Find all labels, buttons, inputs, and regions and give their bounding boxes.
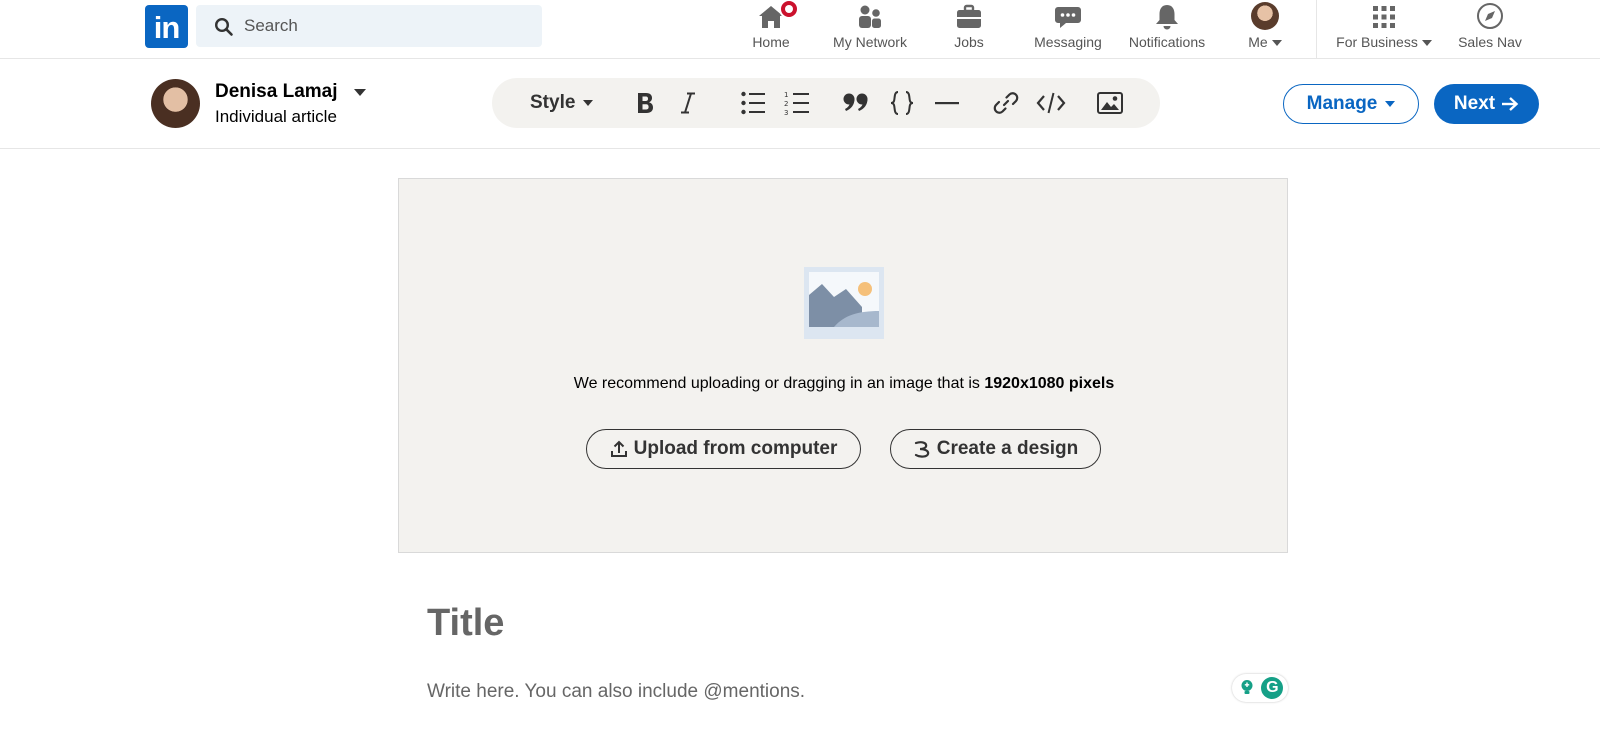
chevron-down-icon [583,100,594,106]
italic-icon [681,92,695,114]
global-nav: in Home My Network [0,0,1600,59]
svg-text:2: 2 [784,100,788,108]
quote-icon [843,93,868,111]
author-avatar [151,79,200,128]
numbered-list-button[interactable]: 1 2 3 [784,88,810,118]
upload-from-computer-button[interactable]: Upload from computer [586,429,861,469]
quote-button[interactable] [842,88,870,118]
upload-icon [610,440,627,457]
nav-my-network[interactable]: My Network [826,2,914,54]
link-button[interactable] [992,88,1020,118]
italic-button[interactable] [676,88,700,118]
divider-icon [935,102,959,105]
image-icon [1097,92,1123,114]
embed-button[interactable] [1036,88,1066,118]
bell-icon [1156,5,1178,30]
numbered-list-icon: 1 2 3 [784,91,809,116]
nav-home[interactable]: Home [750,0,799,54]
chevron-down-icon [1271,40,1282,47]
arrow-right-icon [1502,97,1519,111]
bold-icon [638,93,653,113]
article-type: Individual article [215,107,337,126]
style-label: Style [530,92,576,113]
nav-me-label: Me [1248,34,1268,50]
svg-text:3: 3 [784,109,788,116]
nav-for-business-label: For Business [1336,34,1418,50]
upload-recommendation: We recommend uploading or dragging in an… [399,375,1289,393]
manage-label: Manage [1306,93,1378,114]
linkedin-logo[interactable]: in [145,5,188,48]
bullet-list-icon [741,91,765,115]
network-icon [859,5,881,28]
notification-badge [779,0,799,19]
code-block-button[interactable] [888,88,916,118]
embed-icon [1036,92,1066,114]
style-dropdown[interactable]: Style [530,88,594,118]
message-icon [1055,7,1081,28]
next-button[interactable]: Next [1434,84,1539,124]
editor-header: Denisa Lamaj Individual article Style 1 … [0,59,1600,149]
bullet-list-button[interactable] [740,88,766,118]
bold-button[interactable] [632,88,658,118]
cover-image-dropzone[interactable]: We recommend uploading or dragging in an… [398,178,1288,553]
nav-divider [1316,0,1317,58]
author-dropdown-icon[interactable] [354,89,366,96]
nav-for-business[interactable]: For Business [1331,2,1437,54]
chevron-down-icon [1421,40,1432,47]
nav-my-network-label: My Network [833,34,907,50]
grid-icon [1373,6,1395,28]
grammarly-widget[interactable]: G [1232,674,1288,702]
link-icon [993,92,1019,114]
recommend-text: We recommend uploading or dragging in an… [573,375,985,392]
nav-messaging[interactable]: Messaging [1030,2,1106,54]
manage-button[interactable]: Manage [1283,84,1419,124]
search-icon [214,17,233,36]
image-placeholder-icon [804,267,884,339]
compass-icon [1477,3,1503,29]
lightbulb-icon[interactable] [1236,678,1257,698]
design-label: Create a design [936,438,1079,459]
next-label: Next [1453,93,1496,114]
image-button[interactable] [1096,88,1124,118]
nav-messaging-label: Messaging [1034,34,1102,50]
article-body-input[interactable] [427,678,1207,706]
divider-button[interactable] [934,88,960,118]
search-box[interactable] [196,5,542,47]
formatting-toolbar: Style 1 2 3 [492,78,1160,128]
design-icon [914,441,929,458]
nav-sales-nav[interactable]: Sales Nav [1455,2,1525,54]
nav-notifications[interactable]: Notifications [1122,2,1212,54]
nav-sales-nav-label: Sales Nav [1458,34,1522,50]
nav-jobs[interactable]: Jobs [952,2,986,54]
svg-text:1: 1 [784,91,788,99]
nav-notifications-label: Notifications [1128,34,1206,50]
create-design-button[interactable]: Create a design [890,429,1101,469]
nav-jobs-label: Jobs [954,34,984,50]
code-block-icon [890,91,914,115]
briefcase-icon [957,4,981,28]
nav-me[interactable]: Me [1243,2,1287,54]
search-input[interactable] [244,5,534,47]
recommend-size: 1920x1080 pixels [984,375,1115,392]
chevron-down-icon [1385,101,1396,107]
me-avatar [1251,2,1279,30]
author-name: Denisa Lamaj [215,81,338,102]
nav-home-label: Home [752,34,790,50]
grammarly-icon[interactable]: G [1261,677,1284,699]
article-title-input[interactable] [427,598,1287,648]
upload-label: Upload from computer [633,438,838,459]
